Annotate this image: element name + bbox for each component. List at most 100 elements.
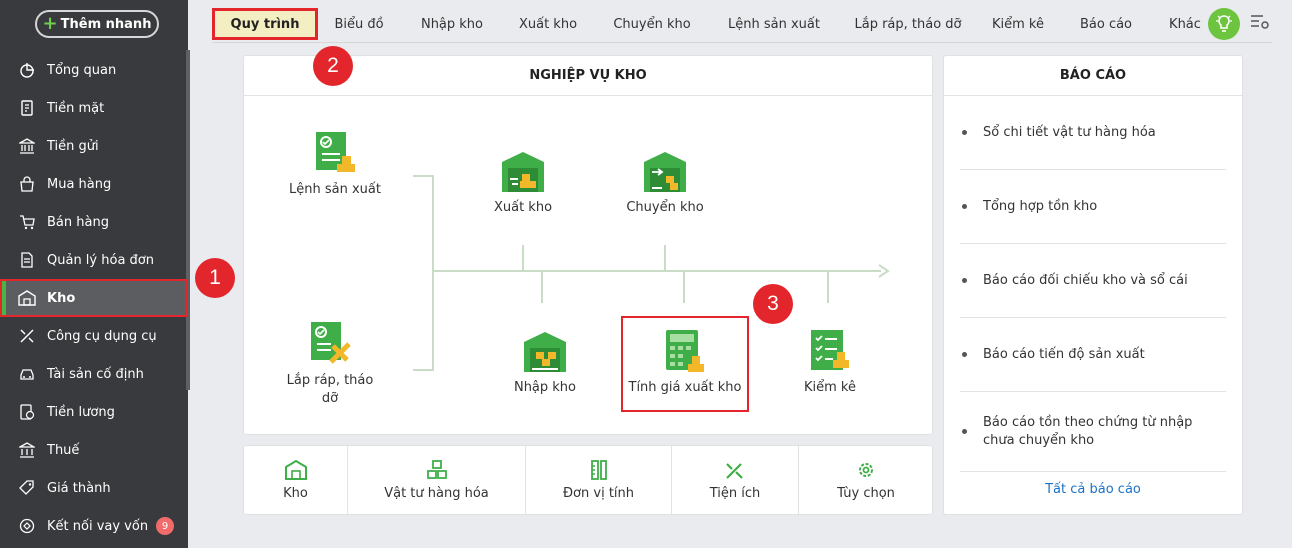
sidebar-item-tien-mat[interactable]: Tiền mặt <box>0 89 188 127</box>
notification-badge: 9 <box>156 517 175 535</box>
sidebar-item-label: Tài sản cố định <box>47 366 144 382</box>
sidebar-item-ket-noi-vay-von[interactable]: Kết nối vay vốn 9 <box>0 507 188 545</box>
sidebar-item-label: Bán hàng <box>47 214 109 230</box>
sidebar-item-label: Tiền gửi <box>47 138 99 154</box>
tab-label: Biểu đồ <box>334 16 384 32</box>
process-node-lap-rap[interactable]: Lắp ráp, tháo dỡ <box>270 320 390 408</box>
node-label: Xuất kho <box>493 200 553 215</box>
report-item[interactable]: Báo cáo tiến độ sản xuất <box>960 318 1226 392</box>
tab-kiem-ke[interactable]: Kiểm kê <box>984 8 1052 40</box>
sidebar-item-label: Thuế <box>47 442 80 458</box>
node-label: Chuyển kho <box>626 200 704 215</box>
node-label: Lệnh sản xuất <box>289 182 381 197</box>
loan-icon <box>18 517 36 535</box>
shortcut-label: Tùy chọn <box>837 485 895 501</box>
shortcut-label: Đơn vị tính <box>562 485 635 501</box>
sidebar-item-label: Kho <box>47 290 76 306</box>
node-label: Lắp ráp, tháo dỡ <box>286 373 374 406</box>
tab-chuyen-kho[interactable]: Chuyển kho <box>604 8 700 40</box>
shortcut-label: Vật tư hàng hóa <box>384 485 489 501</box>
sidebar-item-mua-hang[interactable]: Mua hàng <box>0 165 188 203</box>
tab-xuat-kho[interactable]: Xuất kho <box>510 8 586 40</box>
tab-bao-cao[interactable]: Báo cáo <box>1070 8 1142 40</box>
process-node-xuat-kho[interactable]: Xuất kho <box>478 150 568 215</box>
report-item-label: Báo cáo đối chiếu kho và sổ cái <box>983 272 1188 288</box>
bullet-icon <box>962 429 967 434</box>
invoice-icon <box>18 251 36 269</box>
node-label: Nhập kho <box>513 380 577 395</box>
goods-icon <box>426 459 447 479</box>
cart-icon <box>18 213 36 231</box>
all-reports-link[interactable]: Tất cả báo cáo <box>944 482 1242 497</box>
report-item[interactable]: Báo cáo tồn theo chứng từ nhập chưa chuy… <box>960 392 1226 472</box>
highlight-box-tinh-gia <box>621 316 749 412</box>
report-item-label: Tổng hợp tồn kho <box>983 198 1098 214</box>
tab-label: Nhập kho <box>420 16 484 32</box>
lightbulb-icon[interactable] <box>1208 8 1240 40</box>
bank-icon <box>18 137 36 155</box>
sidebar-item-label: Tiền mặt <box>47 100 105 116</box>
process-node-kiem-ke[interactable]: Kiểm kê <box>785 328 875 395</box>
report-item[interactable]: Sổ chi tiết vật tư hàng hóa <box>960 96 1226 170</box>
sidebar-item-kho[interactable]: Kho <box>0 279 188 317</box>
shortcut-bar: Kho Vật tư hàng hóa Đơn vị tính Tiện ích… <box>243 445 933 515</box>
sidebar-item-label: Kết nối vay vốn <box>47 518 149 534</box>
tab-divider <box>212 42 1272 43</box>
price-tag-icon <box>18 479 36 497</box>
tab-lap-rap-thao-do[interactable]: Lắp ráp, tháo dỡ <box>846 8 970 40</box>
tab-lenh-san-xuat[interactable]: Lệnh sản xuất <box>718 8 830 40</box>
annotation-marker-2: 2 <box>313 46 353 86</box>
annotation-marker-3: 3 <box>753 284 793 324</box>
bullet-icon <box>962 352 967 357</box>
report-item[interactable]: Tổng hợp tồn kho <box>960 170 1226 244</box>
sidebar-item-tong-quan[interactable]: Tổng quan <box>0 51 188 89</box>
report-item[interactable]: Báo cáo đối chiếu kho và sổ cái <box>960 244 1226 318</box>
tab-bieu-do[interactable]: Biểu đồ <box>322 8 396 40</box>
shopping-bag-icon <box>18 175 36 193</box>
assembly-icon <box>311 322 351 364</box>
tab-nhap-kho[interactable]: Nhập kho <box>410 8 494 40</box>
reports-card: BÁO CÁO Sổ chi tiết vật tư hàng hóa Tổng… <box>943 55 1243 515</box>
sidebar-item-tien-gui[interactable]: Tiền gửi <box>0 127 188 165</box>
settings-icon <box>859 462 873 477</box>
sidebar-item-label: Tiền lương <box>47 404 115 420</box>
process-node-chuyen-kho[interactable]: Chuyển kho <box>620 150 710 215</box>
sidebar-item-label: Giá thành <box>47 480 111 496</box>
quick-add-button[interactable]: + Thêm nhanh <box>35 10 159 38</box>
sidebar-item-label: Tổng quan <box>47 62 117 78</box>
report-item-label: Sổ chi tiết vật tư hàng hóa <box>983 124 1156 140</box>
utilities-icon <box>726 462 743 479</box>
sidebar-item-tien-luong[interactable]: Tiền lương <box>0 393 188 431</box>
warehouse-export-icon <box>502 152 544 192</box>
tab-label: Xuất kho <box>518 16 578 32</box>
shortcut-vat-tu-hang-hoa[interactable]: Vật tư hàng hóa <box>348 446 526 514</box>
bullet-icon <box>962 130 967 135</box>
ruler-icon <box>590 459 607 480</box>
shortcut-kho[interactable]: Kho <box>244 446 348 514</box>
process-node-lenh-san-xuat[interactable]: Lệnh sản xuất <box>280 130 390 197</box>
sidebar-item-ban-hang[interactable]: Bán hàng <box>0 203 188 241</box>
tab-quy-trinh[interactable]: Quy trình <box>212 8 318 40</box>
warehouse-icon <box>18 289 36 307</box>
sidebar-item-label: Quản lý hóa đơn <box>47 252 154 268</box>
sidebar-item-gia-thanh[interactable]: Giá thành <box>0 469 188 507</box>
bullet-icon <box>962 204 967 209</box>
tools-icon <box>18 327 36 345</box>
plus-icon: + <box>42 13 58 34</box>
sidebar-item-cong-cu-dung-cu[interactable]: Công cụ dụng cụ <box>0 317 188 355</box>
tab-label: Lắp ráp, tháo dỡ <box>854 16 962 32</box>
bullet-icon <box>962 278 967 283</box>
sidebar-item-thue[interactable]: Thuế <box>0 431 188 469</box>
tab-label: Kiểm kê <box>992 16 1044 32</box>
shortcut-tuy-chon[interactable]: Tùy chọn <box>799 446 933 514</box>
settings-list-icon[interactable] <box>1250 14 1270 34</box>
process-node-nhap-kho[interactable]: Nhập kho <box>500 330 590 395</box>
sidebar-item-quan-ly-hoa-don[interactable]: Quản lý hóa đơn <box>0 241 188 279</box>
sidebar-item-tai-san-co-dinh[interactable]: Tài sản cố định <box>0 355 188 393</box>
car-icon <box>18 365 36 383</box>
shortcut-tien-ich[interactable]: Tiện ích <box>672 446 799 514</box>
production-order-icon <box>316 132 355 172</box>
tab-label: Chuyển kho <box>613 16 691 32</box>
shortcut-don-vi-tinh[interactable]: Đơn vị tính <box>526 446 672 514</box>
tab-khac[interactable]: Khác <box>1160 8 1210 40</box>
